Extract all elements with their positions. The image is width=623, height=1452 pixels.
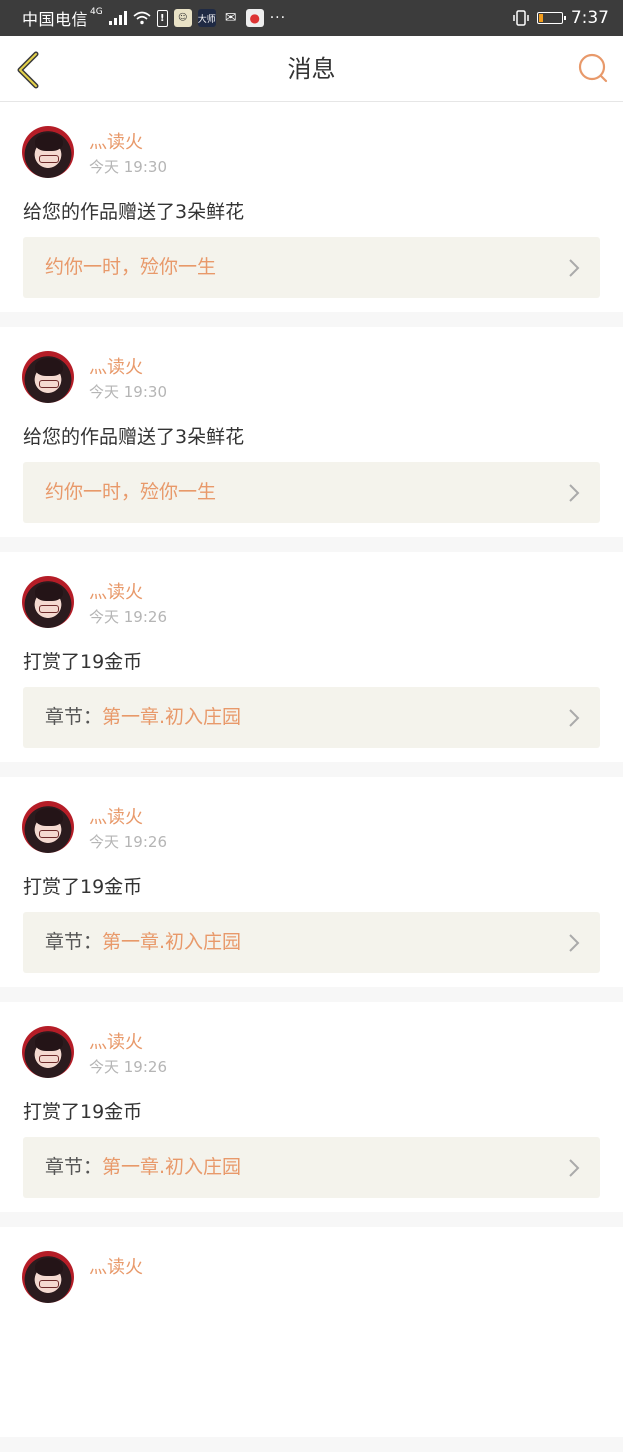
- signal-icon: [108, 11, 127, 25]
- chevron-right-icon: [569, 1159, 580, 1177]
- message-card: 灬读火 今天 19:30 给您的作品赠送了3朵鲜花 约你一时，殓你一生: [0, 102, 623, 312]
- message-time: 今天 19:26: [89, 608, 167, 626]
- message-time: 今天 19:30: [89, 383, 167, 401]
- map-pin-icon: ●: [245, 9, 264, 27]
- avatar[interactable]: [22, 801, 74, 853]
- avatar[interactable]: [22, 1251, 74, 1303]
- message-list: 灬读火 今天 19:30 给您的作品赠送了3朵鲜花 约你一时，殓你一生 灬读火 …: [0, 102, 623, 1452]
- message-time: 今天 19:26: [89, 1058, 167, 1076]
- carrier-label: 中国电信: [22, 10, 89, 29]
- link-prefix: 章节：: [45, 931, 103, 953]
- page-title: 消息: [287, 55, 336, 83]
- sender-name[interactable]: 灬读火: [89, 1253, 143, 1279]
- battery-icon: [536, 12, 566, 24]
- chevron-right-icon: [569, 934, 580, 952]
- clock: 7:37: [570, 8, 609, 28]
- link-title: 第一章.初入庄园: [102, 706, 242, 728]
- link-title: 约你一时，殓你一生: [45, 481, 217, 503]
- wechat-icon: ✉: [224, 10, 237, 26]
- dashi-app-icon: 大师: [197, 9, 216, 27]
- battery-level-fill: [538, 14, 544, 22]
- wifi-icon: [133, 11, 151, 25]
- message-card: 灬读火: [0, 1227, 623, 1437]
- chevron-right-icon: [569, 259, 580, 277]
- chapter-link[interactable]: 章节：第一章.初入庄园: [23, 687, 600, 748]
- sender-name[interactable]: 灬读火: [89, 803, 143, 829]
- chapter-link[interactable]: 章节：第一章.初入庄园: [23, 1137, 600, 1198]
- link-prefix: 章节：: [45, 706, 103, 728]
- sender-name[interactable]: 灬读火: [89, 1028, 143, 1054]
- link-prefix: 章节：: [45, 1156, 103, 1178]
- sender-name[interactable]: 灬读火: [89, 128, 143, 154]
- message-content: 打赏了19金币: [23, 651, 143, 673]
- message-card: 灬读火 今天 19:26 打赏了19金币 章节：第一章.初入庄园: [0, 777, 623, 987]
- nav-bar: 消息: [0, 36, 623, 102]
- avatar[interactable]: [22, 351, 74, 403]
- alert-icon: !: [156, 9, 168, 27]
- chevron-right-icon: [569, 484, 580, 502]
- avatar[interactable]: [22, 576, 74, 628]
- message-card: 灬读火 今天 19:30 给您的作品赠送了3朵鲜花 约你一时，殓你一生: [0, 327, 623, 537]
- sender-name[interactable]: 灬读火: [89, 353, 143, 379]
- message-content: 打赏了19金币: [23, 1101, 143, 1123]
- message-time: 今天 19:30: [89, 158, 167, 176]
- link-title: 第一章.初入庄园: [102, 1156, 242, 1178]
- chevron-right-icon: [569, 709, 580, 727]
- chapter-link[interactable]: 章节：第一章.初入庄园: [23, 912, 600, 973]
- link-title: 约你一时，殓你一生: [45, 256, 217, 278]
- message-card: 灬读火 今天 19:26 打赏了19金币 章节：第一章.初入庄园: [0, 1002, 623, 1212]
- message-content: 打赏了19金币: [23, 876, 143, 898]
- avatar[interactable]: [22, 1026, 74, 1078]
- avatar[interactable]: [22, 126, 74, 178]
- message-card: 灬读火 今天 19:26 打赏了19金币 章节：第一章.初入庄园: [0, 552, 623, 762]
- message-time: 今天 19:26: [89, 833, 167, 851]
- more-notifications-icon: ···: [269, 10, 287, 26]
- app-notification-icon: ☺: [173, 9, 192, 27]
- work-link[interactable]: 约你一时，殓你一生: [23, 462, 600, 523]
- work-link[interactable]: 约你一时，殓你一生: [23, 237, 600, 298]
- vibrate-icon: [513, 10, 529, 26]
- sender-name[interactable]: 灬读火: [89, 578, 143, 604]
- message-content: 给您的作品赠送了3朵鲜花: [23, 426, 245, 448]
- network-type: 4G: [90, 7, 103, 17]
- message-content: 给您的作品赠送了3朵鲜花: [23, 201, 245, 223]
- status-bar: 中国电信 4G ! ☺ 大师 ✉ ● ··· 7:37: [0, 0, 623, 36]
- search-icon[interactable]: [577, 52, 609, 84]
- link-title: 第一章.初入庄园: [102, 931, 242, 953]
